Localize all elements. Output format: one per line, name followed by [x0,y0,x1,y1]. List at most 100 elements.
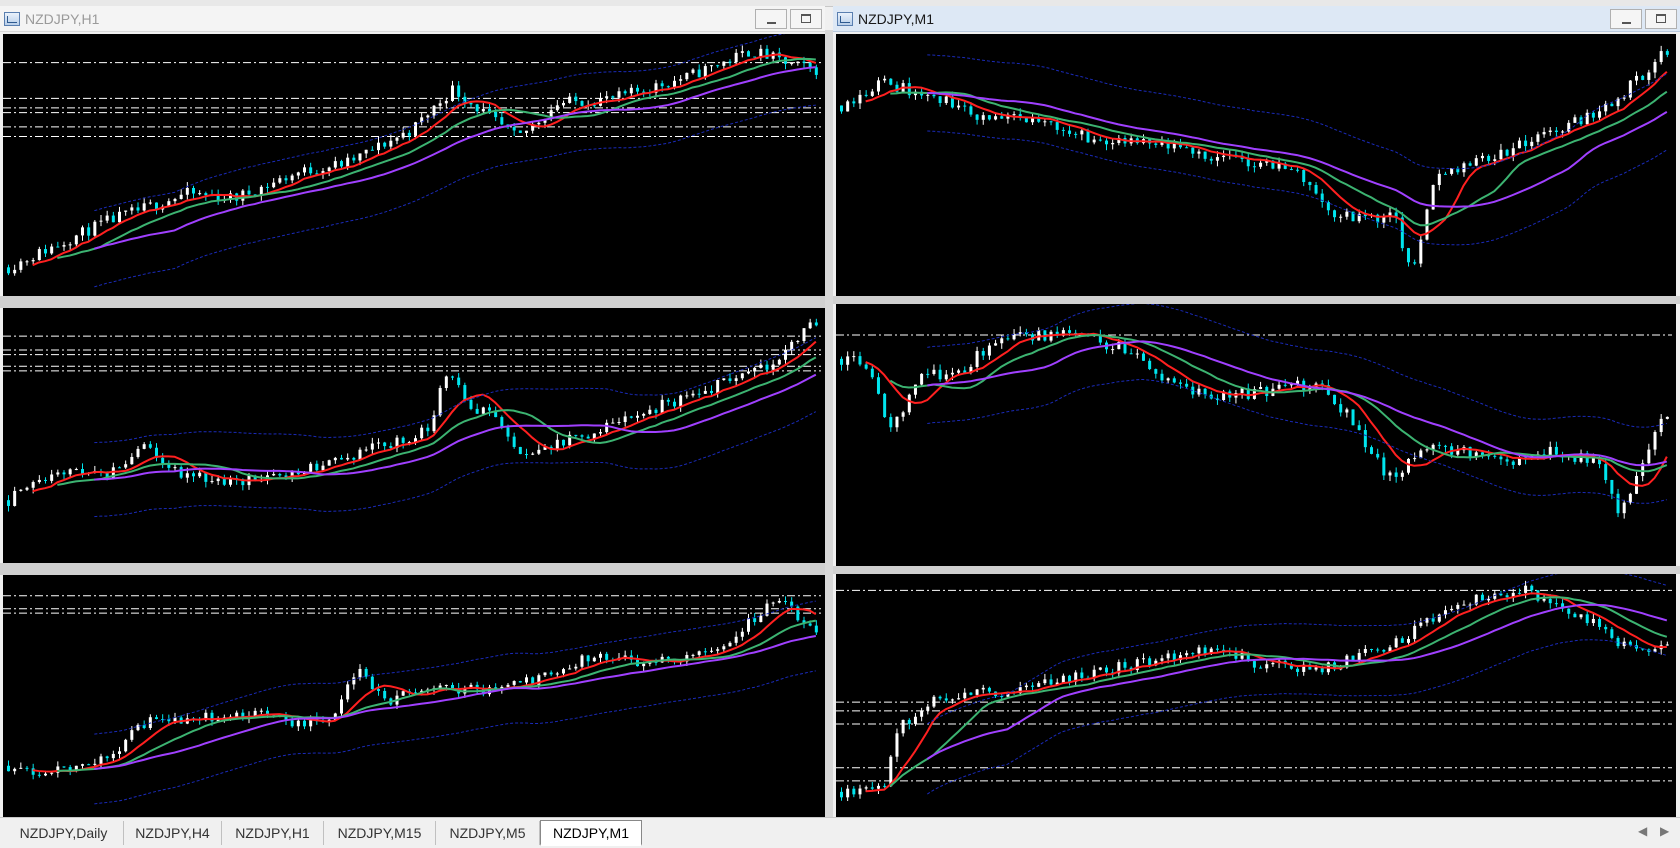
candle-body [895,733,899,757]
price-chart[interactable] [836,574,1676,817]
candle-body [605,422,609,433]
candle-body [13,490,17,506]
candle-body [1573,117,1577,123]
candle-body [679,79,683,81]
candle-body [697,651,701,655]
tab-nzdjpy-h1[interactable]: NZDJPY,H1 [222,821,324,845]
candle-body [1148,360,1152,370]
candle-body [969,692,973,695]
chart-pane-left-bottom[interactable] [3,575,825,817]
candle-body [963,692,967,699]
candle-body [784,600,787,602]
candle-body [703,651,707,653]
price-chart[interactable] [3,308,825,563]
candle-body [512,436,516,447]
candle-body [1567,608,1571,614]
tab-nzdjpy-m1[interactable]: NZDJPY,M1 [540,820,642,846]
candle-body [716,65,720,67]
candle-body [870,91,874,96]
candle-body [451,376,454,378]
candle-body [722,61,726,66]
candle-body [1357,652,1361,661]
candle-body [926,706,930,711]
candle-body [950,372,954,375]
candle-body [679,395,683,407]
candle-body [278,474,282,476]
candle-body [1357,425,1361,431]
moving-average-line [32,607,817,773]
candle-body [247,190,251,195]
candle-body [1259,667,1263,669]
candle-body [1185,383,1189,387]
window-divider[interactable] [825,30,833,817]
pane-separator[interactable] [0,563,825,575]
right-window-titlebar[interactable]: NZDJPY,M1 [833,6,1680,32]
chart-tab-bar: NZDJPY,Daily NZDJPY,H4 NZDJPY,H1 NZDJPY,… [0,817,1680,848]
left-window-titlebar[interactable]: NZDJPY,H1 [0,6,825,32]
candle-body [864,94,868,96]
candle-body [1388,472,1392,476]
candle-body [555,439,559,450]
candle-body [728,378,732,381]
maximize-icon[interactable] [790,8,822,29]
pane-separator[interactable] [0,296,825,308]
chart-pane-m1[interactable] [836,34,1676,296]
candle-body [666,86,670,88]
candle-body [1659,418,1663,433]
candle-body [1474,158,1478,166]
minimize-icon[interactable] [1610,8,1642,29]
price-chart[interactable] [3,34,825,296]
chart-pane-left-middle[interactable] [3,308,825,563]
candle-body [1191,653,1195,655]
candle-body [1641,75,1645,80]
price-chart[interactable] [836,304,1676,566]
maximize-icon[interactable] [1645,8,1677,29]
envelope-band-line [927,378,1667,504]
candle-body [858,356,862,365]
candle-body [1493,455,1497,457]
candle-body [1185,653,1189,656]
candle-body [148,444,152,448]
candle-body [1141,353,1145,361]
tab-nzdjpy-daily[interactable]: NZDJPY,Daily [4,821,124,845]
candle-body [623,416,627,423]
candle-body [62,245,66,247]
scroll-right-icon[interactable]: ▶ [1660,824,1669,838]
candle-body [1394,472,1398,477]
candle-body [235,712,239,717]
candle-body [37,249,41,261]
candle-body [876,785,880,789]
candle-body [1185,147,1189,149]
scroll-left-icon[interactable]: ◀ [1638,824,1647,838]
chart-pane-right-bottom[interactable] [836,574,1676,817]
candle-body [1289,168,1293,170]
candle-body [1333,394,1337,405]
chart-pane-right-middle[interactable] [836,304,1676,566]
pane-separator[interactable] [833,566,1680,574]
tab-nzdjpy-h4[interactable]: NZDJPY,H4 [124,821,222,845]
tab-nzdjpy-m15[interactable]: NZDJPY,M15 [324,821,436,845]
price-chart[interactable] [836,34,1676,296]
candle-body [1610,103,1614,107]
candle-body [642,413,646,416]
candle-body [901,412,905,417]
candle-body [81,764,84,766]
candle-body [1283,384,1287,386]
candle-body [340,457,343,460]
price-chart[interactable] [3,575,825,817]
candle-body [525,677,528,683]
candle-body [1308,182,1312,186]
candle-body [1339,216,1343,218]
candle-body [303,167,306,173]
candle-body [1154,369,1158,374]
candle-body [87,227,91,236]
candle-body [506,427,510,437]
tab-nzdjpy-m5[interactable]: NZDJPY,M5 [436,821,540,845]
minimize-icon[interactable] [755,8,787,29]
candle-body [1123,662,1127,668]
candle-body [994,343,998,346]
candle-body [1178,382,1182,384]
candle-body [611,422,615,424]
pane-separator[interactable] [833,296,1680,304]
chart-pane-h1[interactable] [3,34,825,296]
